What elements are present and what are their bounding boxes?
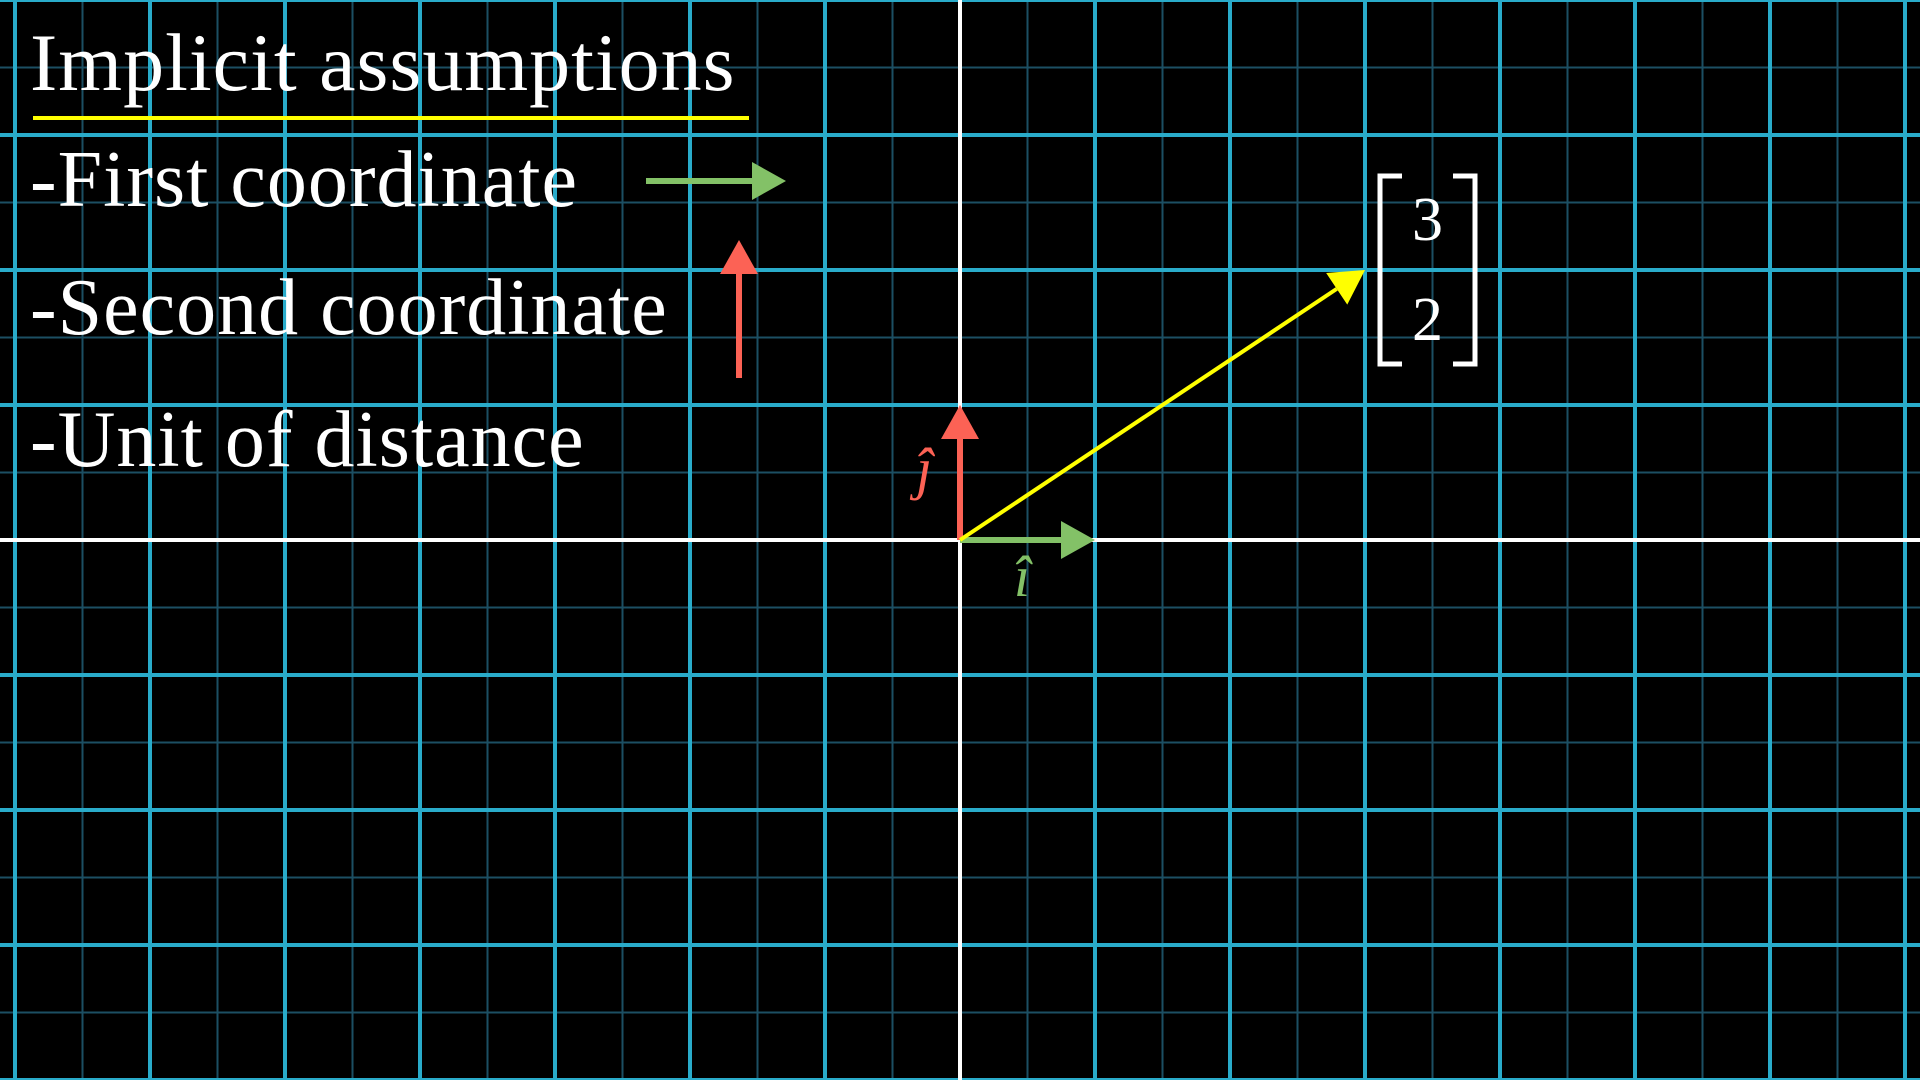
matrix-entry: 2 (1412, 286, 1443, 354)
scene: 3 2 Implicit assumptions -First coordinat… (0, 0, 1920, 1080)
assumption-first-coordinate: -First coordinate (30, 136, 578, 224)
i-hat-vector-tip (1061, 521, 1095, 559)
second-coordinate-arrow (720, 240, 758, 378)
i-hat-label: î (1014, 544, 1031, 609)
assumption-second-coordinate: -Second coordinate (30, 264, 668, 352)
j-hat-vector-tip (941, 405, 979, 439)
coordinate-vector-shaft (958, 287, 1338, 542)
vectors (941, 270, 1365, 559)
title: Implicit assumptions (30, 17, 736, 108)
title-underline (33, 116, 749, 120)
assumption-unit-of-distance: -Unit of distance (30, 396, 585, 484)
first-coordinate-arrow (646, 162, 786, 200)
matrix-entry: 3 (1412, 186, 1443, 254)
first-coordinate-arrow-tip (752, 162, 786, 200)
j-hat-label: ĵ (916, 436, 933, 501)
second-coordinate-arrow-tip (720, 240, 758, 274)
coordinate-vector-tip (1326, 270, 1365, 305)
